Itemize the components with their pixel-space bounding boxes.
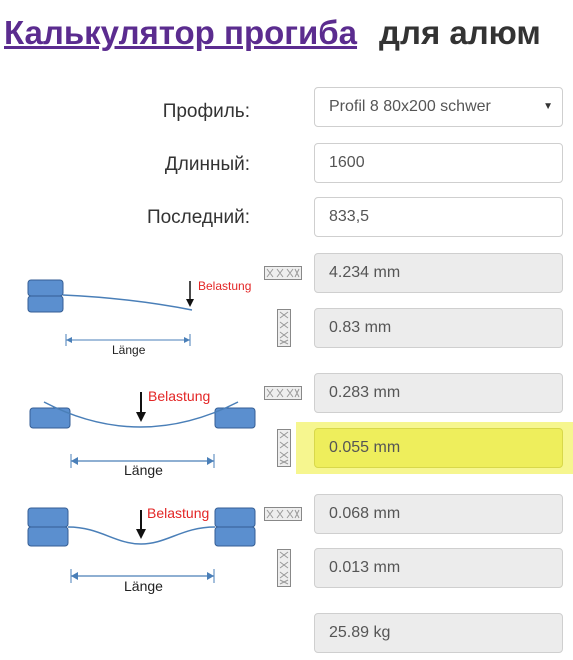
title-text: для алюм: [379, 14, 541, 51]
fixed-beam-diagram: Belastung Länge: [27, 505, 256, 594]
support-block: [27, 526, 69, 547]
profile-vertical-icon: [277, 309, 291, 347]
chevron-down-icon: ▼: [543, 101, 553, 112]
load-label: Belastung: [148, 388, 210, 404]
cantilever-diagram: Belastung Länge: [27, 279, 251, 357]
profile-select-value: Profil 8 80x200 schwer: [329, 98, 491, 115]
length-input[interactable]: 1600: [314, 143, 563, 183]
length-label: Länge: [124, 578, 163, 594]
beam-line: [62, 294, 193, 311]
profile-vertical-icon: [277, 429, 291, 467]
profile-horizontal-icon: [264, 266, 302, 280]
simply-supported-diagram: Belastung Länge: [29, 388, 256, 478]
profile-label: Профиль:: [162, 101, 250, 122]
result-cantilever-vertical: 0.83 mm: [314, 308, 563, 348]
title-link[interactable]: Калькулятор прогиба: [4, 14, 357, 51]
result-cantilever-horizontal: 4.234 mm: [314, 253, 563, 293]
load-label: Belastung: [147, 505, 209, 521]
load-arrow-icon: [186, 299, 194, 307]
profile-horizontal-icon: [264, 386, 302, 400]
profile-vertical-icon: [277, 549, 291, 587]
result-weight: 25.89 kg: [314, 613, 563, 653]
support-block: [27, 295, 64, 313]
page-title: Калькулятор прогиба для алюм: [4, 14, 541, 64]
result-fixed-vertical: 0.013 mm: [314, 548, 563, 588]
length-label: Длинный:: [164, 154, 250, 175]
support-block: [27, 279, 64, 297]
support-block: [214, 407, 256, 429]
length-label: Länge: [112, 343, 146, 357]
length-input-value: 1600: [329, 154, 365, 171]
result-fixed-horizontal: 0.068 mm: [314, 494, 563, 534]
load-arrow-icon: [136, 412, 146, 422]
result-simply-supported-horizontal: 0.283 mm: [314, 373, 563, 413]
profile-horizontal-icon: [264, 507, 302, 521]
support-block: [214, 526, 256, 547]
load-input[interactable]: 833,5: [314, 197, 563, 237]
load-label: Последний:: [146, 207, 250, 228]
profile-select[interactable]: Profil 8 80x200 schwer ▼: [314, 87, 563, 127]
load-label: Belastung: [198, 279, 251, 293]
support-block: [27, 507, 69, 528]
load-arrow-icon: [136, 529, 146, 539]
length-label: Länge: [124, 462, 163, 478]
load-input-value: 833,5: [329, 208, 370, 225]
support-block: [214, 507, 256, 528]
result-simply-supported-vertical: 0.055 mm: [314, 428, 563, 468]
